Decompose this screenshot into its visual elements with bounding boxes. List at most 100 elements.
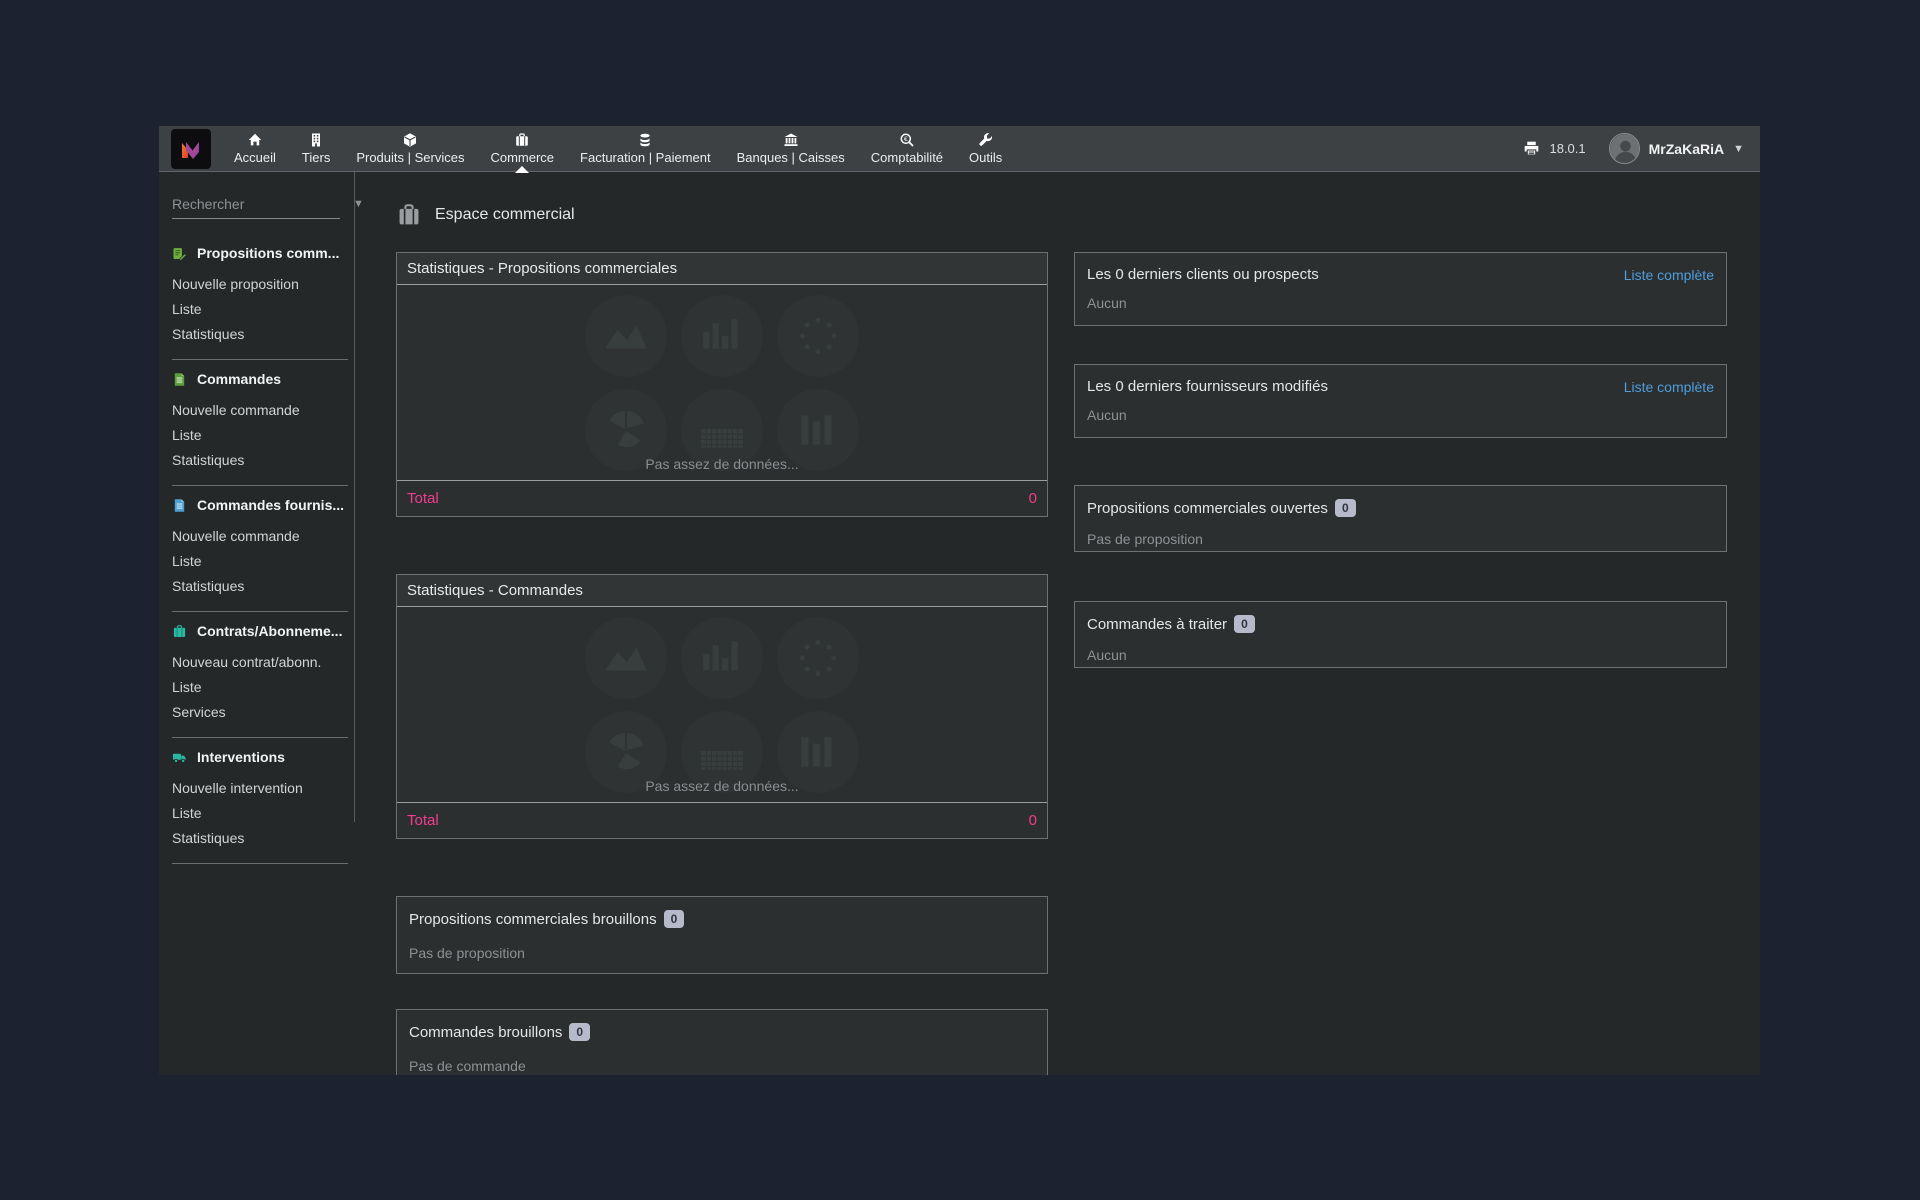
username-label[interactable]: MrZaKaRiA bbox=[1649, 141, 1724, 157]
nav-item-commerce[interactable]: Commerce bbox=[477, 126, 567, 172]
sidebar-item-liste-contrats[interactable]: Liste bbox=[172, 675, 350, 700]
top-navbar: Accueil Tiers Produits | Services Commer… bbox=[159, 126, 1760, 172]
nav-item-outils[interactable]: Outils bbox=[956, 126, 1015, 172]
sidebar-item-statistiques-propositions[interactable]: Statistiques bbox=[172, 322, 350, 347]
sidebar-item-nouveau-contrat[interactable]: Nouveau contrat/abonn. bbox=[172, 650, 350, 675]
sidebar-item-statistiques-commandes[interactable]: Statistiques bbox=[172, 448, 350, 473]
sidebar-item-liste-commandes[interactable]: Liste bbox=[172, 423, 350, 448]
sidebar-section-commandes[interactable]: Commandes bbox=[172, 371, 350, 387]
sidebar-item-liste-commandes-fournisseurs[interactable]: Liste bbox=[172, 549, 350, 574]
truck-icon bbox=[172, 750, 187, 765]
draft-propositions-box: Propositions commerciales brouillons0 Pa… bbox=[396, 896, 1048, 974]
box-title: Propositions commerciales ouvertes0 bbox=[1087, 499, 1714, 517]
commerce-briefcase-icon bbox=[396, 202, 422, 228]
sidebar-section-interventions[interactable]: Interventions bbox=[172, 749, 350, 765]
sidebar-item-statistiques-commandes-fournisseurs[interactable]: Statistiques bbox=[172, 574, 350, 599]
nav-item-label: Accueil bbox=[234, 150, 276, 165]
sidebar-item-liste-propositions[interactable]: Liste bbox=[172, 297, 350, 322]
count-badge: 0 bbox=[664, 910, 685, 928]
search-caret-icon[interactable]: ▼ bbox=[353, 198, 366, 210]
sidebar-section-contrats[interactable]: Contrats/Abonneme... bbox=[172, 623, 350, 639]
file-supplier-icon bbox=[172, 498, 187, 513]
section-title: Interventions bbox=[197, 749, 285, 765]
home-icon bbox=[247, 132, 263, 148]
version-label: 18.0.1 bbox=[1549, 141, 1585, 156]
box-title: Les 0 derniers clients ou prospects bbox=[1087, 266, 1319, 283]
sidebar-menu: Propositions comm... Nouvelle propositio… bbox=[172, 245, 350, 864]
full-list-link[interactable]: Liste complète bbox=[1624, 379, 1714, 395]
sidebar-item-nouvelle-proposition[interactable]: Nouvelle proposition bbox=[172, 272, 350, 297]
draft-box-title: Propositions commerciales brouillons0 bbox=[409, 910, 1035, 928]
sidebar-item-services-contrats[interactable]: Services bbox=[172, 700, 350, 725]
menu-divider bbox=[172, 737, 348, 738]
full-list-link[interactable]: Liste complète bbox=[1624, 267, 1714, 283]
briefcase-icon bbox=[514, 132, 530, 148]
sidebar-item-liste-interventions[interactable]: Liste bbox=[172, 801, 350, 826]
nav-item-banques-caisses[interactable]: Banques | Caisses bbox=[724, 126, 858, 172]
sidebar-item-nouvelle-commande-fournisseur[interactable]: Nouvelle commande bbox=[172, 524, 350, 549]
section-title: Commandes fournis... bbox=[197, 497, 344, 513]
dolibarr-logo[interactable] bbox=[171, 129, 211, 169]
count-badge: 0 bbox=[1234, 615, 1255, 633]
nav-item-tiers[interactable]: Tiers bbox=[289, 126, 343, 172]
draft-commandes-box: Commandes brouillons0 Pas de commande bbox=[396, 1009, 1048, 1075]
page-title: Espace commercial bbox=[396, 202, 1727, 228]
box-body: Aucun bbox=[1087, 407, 1714, 423]
section-title: Contrats/Abonneme... bbox=[197, 623, 342, 639]
last-clients-box: Les 0 derniers clients ou prospects List… bbox=[1074, 252, 1727, 326]
chevron-down-icon[interactable]: ▼ bbox=[1733, 143, 1744, 155]
nav-item-label: Outils bbox=[969, 150, 1002, 165]
bank-icon bbox=[783, 132, 799, 148]
search-input[interactable] bbox=[172, 196, 353, 212]
nav-item-label: Comptabilité bbox=[871, 150, 943, 165]
orders-to-process-box: Commandes à traiter 0 Aucun bbox=[1074, 601, 1727, 668]
chart-placeholder-icon bbox=[681, 295, 763, 377]
nav-item-label: Facturation | Paiement bbox=[580, 150, 711, 165]
box-body: Aucun bbox=[1087, 647, 1714, 663]
total-row: Total 0 bbox=[397, 802, 1047, 838]
last-suppliers-box: Les 0 derniers fournisseurs modifiés Lis… bbox=[1074, 364, 1727, 438]
wrench-icon bbox=[978, 132, 994, 148]
sidebar-item-nouvelle-commande[interactable]: Nouvelle commande bbox=[172, 398, 350, 423]
magnifier-euro-icon: € bbox=[899, 132, 915, 148]
nav-item-facturation-paiement[interactable]: Facturation | Paiement bbox=[567, 126, 724, 172]
box-body: Aucun bbox=[1087, 295, 1714, 311]
chart-placeholder-area: Pas assez de données... bbox=[397, 607, 1047, 802]
nav-item-label: Commerce bbox=[490, 150, 554, 165]
avatar[interactable] bbox=[1609, 133, 1640, 164]
chart-placeholder-icon bbox=[777, 617, 859, 699]
navbar-right-group: 18.0.1 MrZaKaRiA ▼ bbox=[1523, 133, 1760, 164]
nav-item-accueil[interactable]: Accueil bbox=[221, 126, 289, 172]
total-value: 0 bbox=[1029, 490, 1037, 507]
menu-divider bbox=[172, 485, 348, 486]
search-combobox[interactable]: ▼ bbox=[172, 196, 340, 219]
stats-box-propositions: Statistiques - Propositions commerciales bbox=[396, 252, 1048, 517]
menu-divider bbox=[172, 611, 348, 612]
sidebar-section-commandes-fournisseurs[interactable]: Commandes fournis... bbox=[172, 497, 350, 513]
sidebar-section-propositions[interactable]: Propositions comm... bbox=[172, 245, 350, 261]
sidebar-item-nouvelle-intervention[interactable]: Nouvelle intervention bbox=[172, 776, 350, 801]
logo-m-icon bbox=[177, 135, 205, 163]
nav-item-produits-services[interactable]: Produits | Services bbox=[343, 126, 477, 172]
app-window: Accueil Tiers Produits | Services Commer… bbox=[159, 126, 1760, 1075]
nav-item-label: Tiers bbox=[302, 150, 330, 165]
sidebar-item-statistiques-interventions[interactable]: Statistiques bbox=[172, 826, 350, 851]
contract-briefcase-icon bbox=[172, 624, 187, 639]
box-title-text: Propositions commerciales ouvertes bbox=[1087, 500, 1328, 517]
nav-item-comptabilite[interactable]: € Comptabilité bbox=[858, 126, 956, 172]
stats-box-commandes: Statistiques - Commandes Pas assez de do… bbox=[396, 574, 1048, 839]
box-title-text: Commandes à traiter bbox=[1087, 616, 1227, 633]
draft-box-body: Pas de commande bbox=[409, 1058, 1035, 1074]
box-body: Pas de proposition bbox=[1087, 531, 1714, 547]
chart-placeholder-icon bbox=[585, 617, 667, 699]
menu-divider bbox=[172, 359, 348, 360]
building-icon bbox=[308, 132, 324, 148]
total-label: Total bbox=[407, 490, 439, 507]
total-value: 0 bbox=[1029, 812, 1037, 829]
draft-box-body: Pas de proposition bbox=[409, 945, 1035, 961]
proposal-pen-icon bbox=[172, 246, 187, 261]
section-title: Propositions comm... bbox=[197, 245, 339, 261]
cube-icon bbox=[402, 132, 418, 148]
printer-icon[interactable] bbox=[1523, 140, 1540, 157]
open-propositions-box: Propositions commerciales ouvertes0 Pas … bbox=[1074, 485, 1727, 552]
